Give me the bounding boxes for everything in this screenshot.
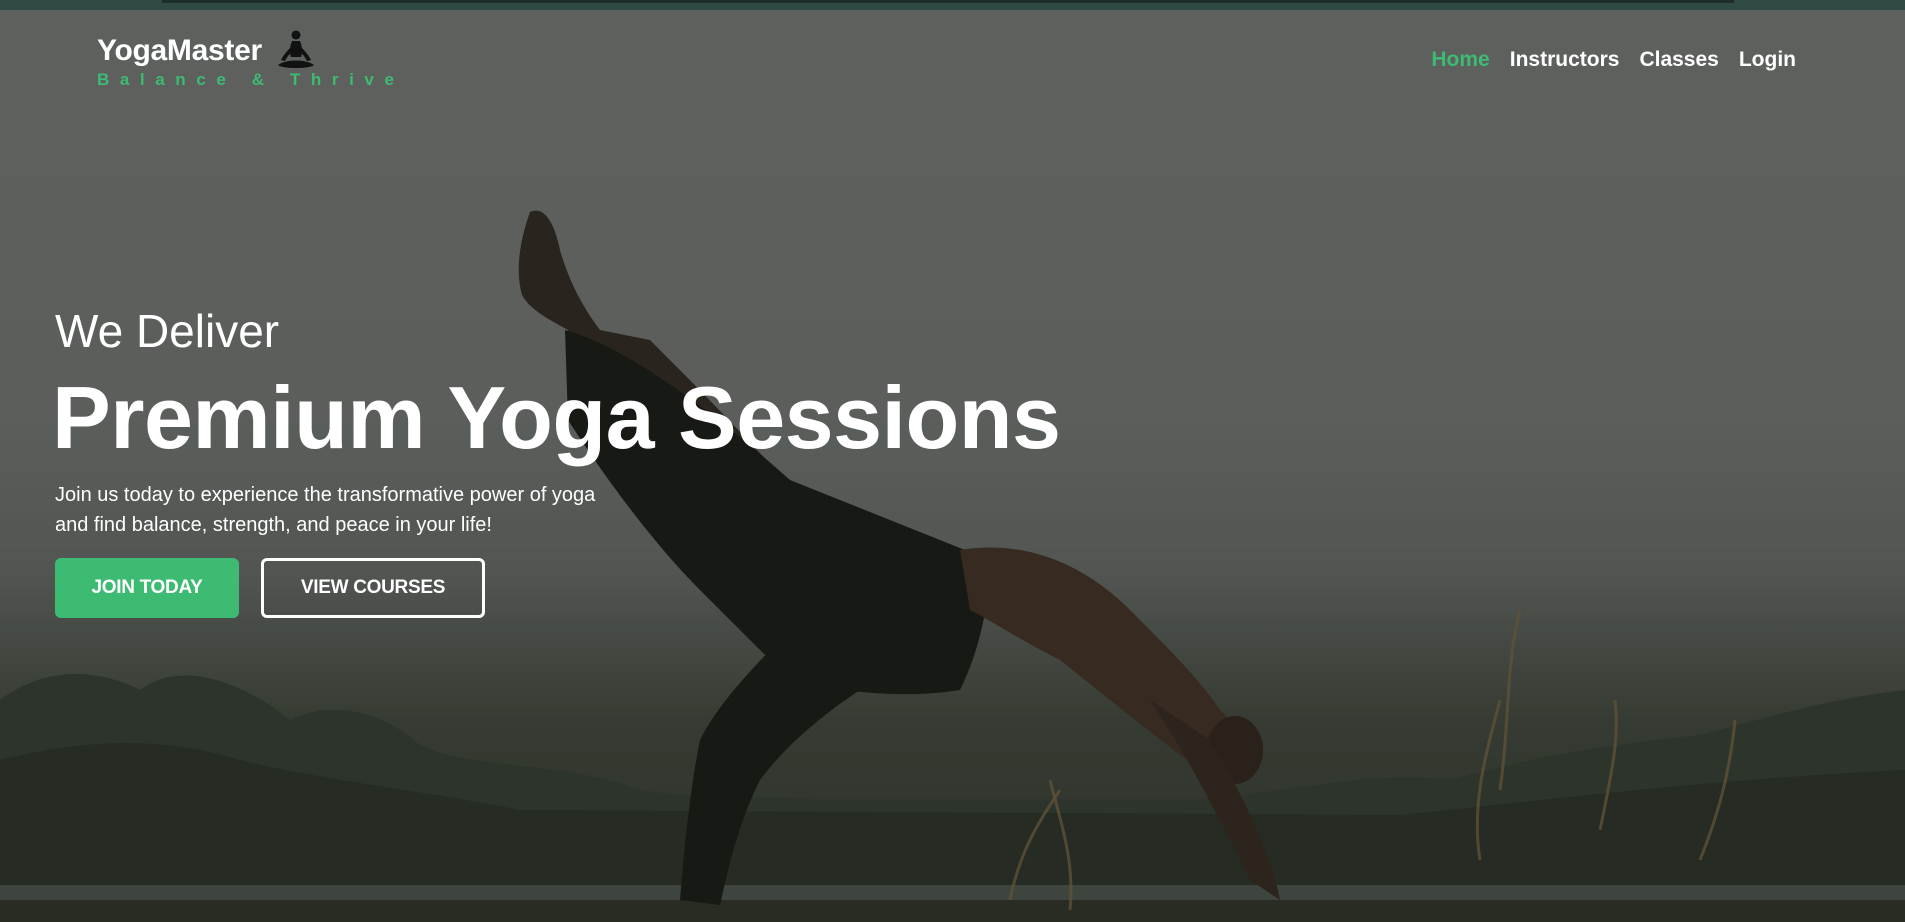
nav-item-classes[interactable]: Classes (1639, 48, 1718, 72)
top-strip-inner (162, 0, 1734, 3)
main-nav: Home Instructors Classes Login (1431, 48, 1796, 72)
hero-pre-title: We Deliver (55, 305, 280, 357)
top-strip (0, 0, 1905, 10)
brand-tagline: Balance & Thrive (97, 70, 405, 89)
brand-name[interactable]: YogaMaster (97, 34, 262, 68)
hero-page: YogaMaster Balance & Thrive Home Instruc… (0, 0, 1905, 922)
nav-item-login[interactable]: Login (1739, 48, 1796, 72)
nav-item-home[interactable]: Home (1431, 48, 1489, 72)
brand-row: YogaMaster (97, 30, 405, 72)
hero-description: Join us today to experience the transfor… (55, 484, 596, 536)
join-today-button[interactable]: JOIN TODAY (55, 558, 239, 618)
hero-buttons: JOIN TODAY VIEW COURSES (55, 558, 1205, 618)
view-courses-button[interactable]: VIEW COURSES (261, 558, 485, 618)
nav-item-instructors[interactable]: Instructors (1510, 48, 1620, 72)
hero-section: We Deliver Premium Yoga Sessions Join us… (52, 302, 1205, 618)
meditating-person-icon (277, 30, 314, 68)
hero-title: Premium Yoga Sessions (52, 368, 1061, 467)
brand[interactable]: YogaMaster Balance & Thrive (97, 30, 405, 90)
